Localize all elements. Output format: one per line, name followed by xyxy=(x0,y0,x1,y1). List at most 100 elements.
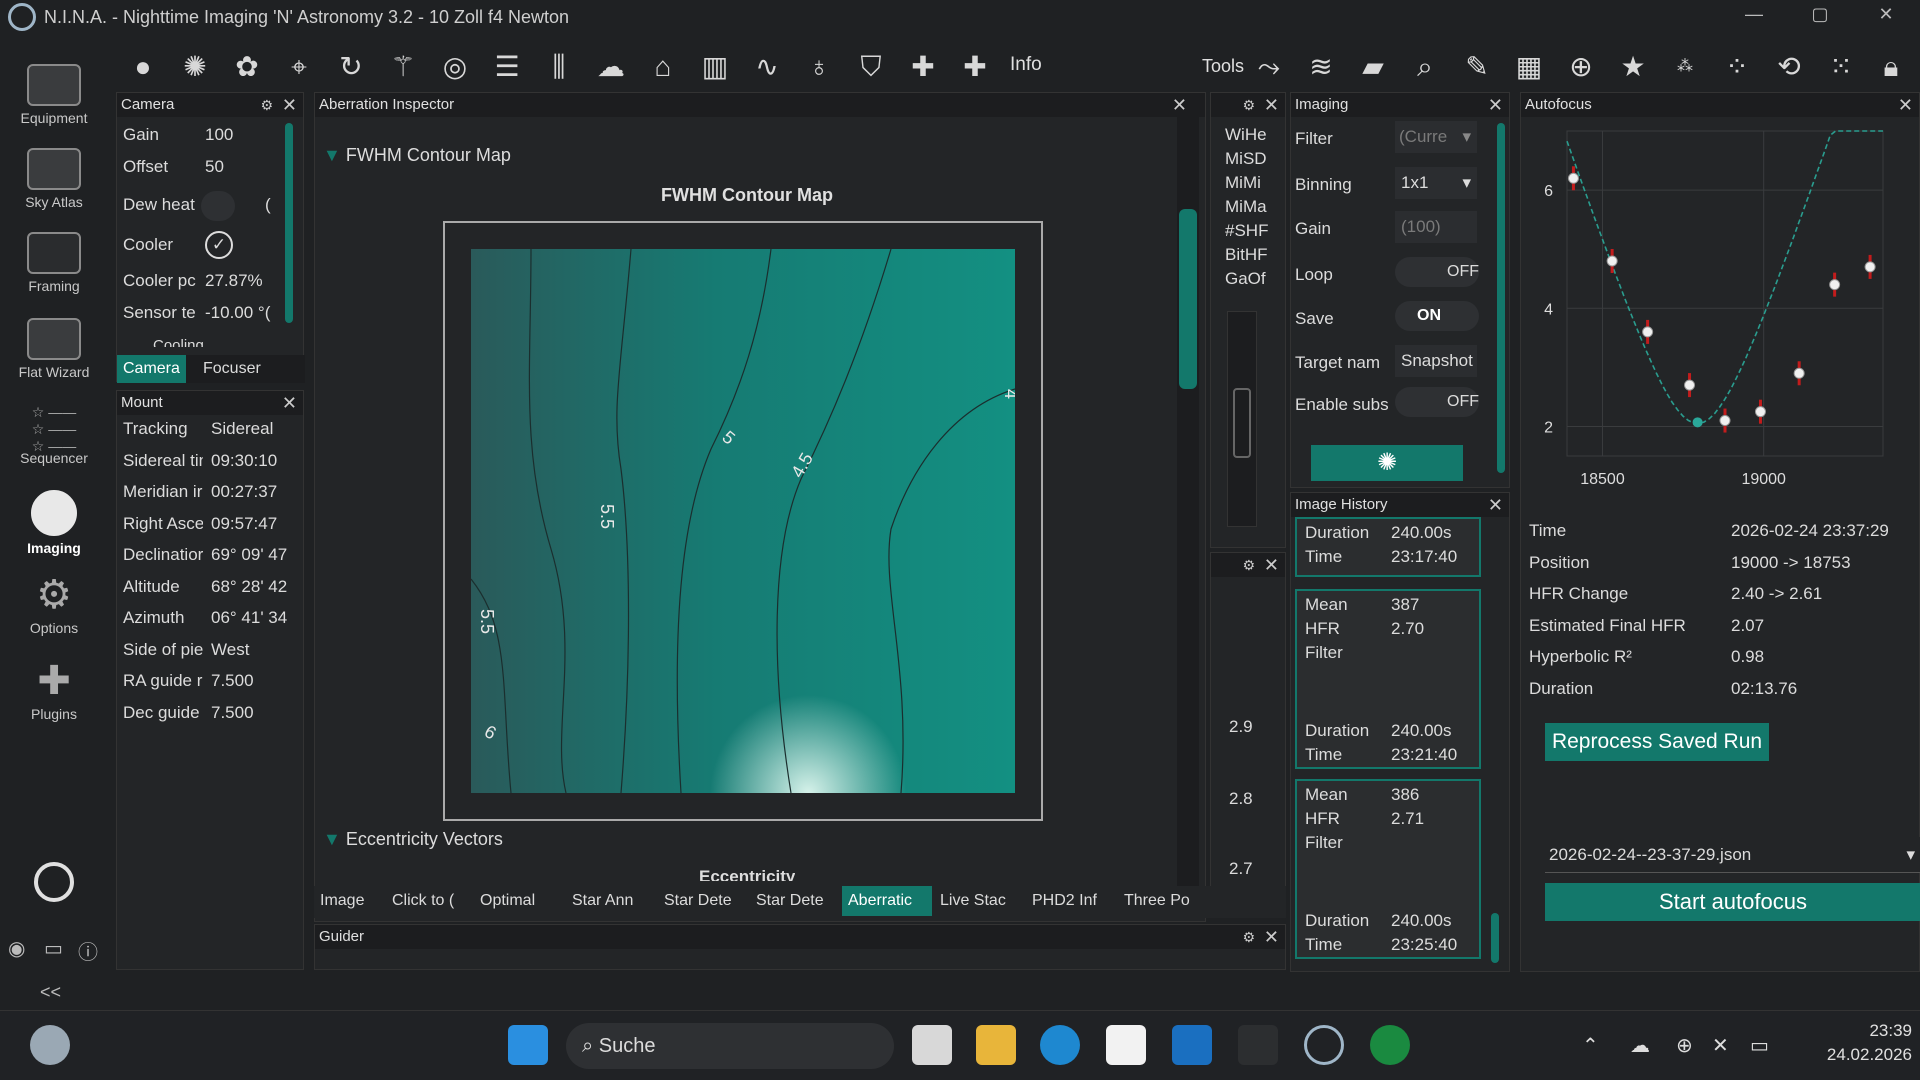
settings-gear-icon[interactable]: ⚙ xyxy=(1242,553,1255,577)
dome-icon[interactable]: ⌂ xyxy=(646,50,680,84)
tab-document[interactable]: Three Po xyxy=(1118,886,1194,916)
close-icon[interactable]: ✕ xyxy=(1488,93,1503,117)
scrollbar[interactable] xyxy=(1179,209,1197,389)
loop-toggle[interactable]: OFF xyxy=(1395,257,1479,287)
nav-imaging[interactable]: Imaging xyxy=(0,482,108,564)
clock-time[interactable]: 23:39 xyxy=(1816,1021,1912,1041)
start-autofocus-button[interactable]: Start autofocus xyxy=(1545,883,1920,921)
settings-gear-icon[interactable]: ⚙ xyxy=(1242,93,1255,117)
nav-plugins[interactable]: ✚ Plugins xyxy=(0,652,108,734)
tool-search-icon[interactable]: ⌕ xyxy=(1408,50,1442,84)
nav-equipment[interactable]: Equipment xyxy=(0,56,108,138)
tab-document[interactable]: Image xyxy=(314,886,384,916)
nav-framing[interactable]: Framing xyxy=(0,224,108,306)
tab-focuser[interactable]: Focuser xyxy=(197,355,267,383)
tab-document[interactable]: Live Stac xyxy=(934,886,1024,916)
eye-icon[interactable]: ◉ xyxy=(8,936,25,961)
tool-star-icon[interactable]: ★ xyxy=(1616,50,1650,84)
aperture-icon[interactable]: ✺ xyxy=(178,50,212,84)
switch-icon[interactable]: ⫼ xyxy=(542,50,576,84)
binning-select[interactable]: 1x1 ▾ xyxy=(1395,167,1477,199)
gain-input[interactable]: (100) xyxy=(1395,211,1477,243)
maximize-icon[interactable]: ▢ xyxy=(1800,4,1840,30)
camera-panel-icon[interactable]: ● xyxy=(126,50,160,84)
taskbar-search[interactable]: ⌕ Suche xyxy=(566,1023,894,1069)
close-icon[interactable]: ✕ xyxy=(282,93,297,117)
outlook-icon[interactable] xyxy=(1172,1025,1212,1065)
info-label[interactable]: Info xyxy=(1010,54,1042,76)
tool-meridian-icon[interactable]: ⤳ xyxy=(1252,50,1286,84)
tool-stars-icon[interactable]: ⁘ xyxy=(1720,50,1754,84)
tool-autofocus-icon[interactable]: ⁂ xyxy=(1668,50,1702,84)
weather-cloud-icon[interactable]: ☁ xyxy=(594,50,628,84)
history-item[interactable]: Mean 387 HFR 2.70 Filter Duration 240.00s T… xyxy=(1295,589,1481,769)
tab-document[interactable]: Click to ( xyxy=(386,886,472,916)
info-icon[interactable]: ⓘ xyxy=(78,936,98,965)
lock-icon[interactable]: 🔒︎ xyxy=(1874,50,1908,84)
phd2-icon[interactable] xyxy=(1370,1025,1410,1065)
telescope-app-icon[interactable] xyxy=(1238,1025,1278,1065)
mini-slider[interactable] xyxy=(1227,311,1257,527)
telescope-icon[interactable]: ⚚ xyxy=(386,50,420,84)
close-icon[interactable]: ✕ xyxy=(1264,93,1279,117)
capture-shutter-button[interactable]: ✺ xyxy=(1311,445,1463,481)
fwhm-section-header[interactable]: ▼ FWHM Contour Map xyxy=(323,145,511,166)
ms-store-icon[interactable] xyxy=(1106,1025,1146,1065)
sequence-list-icon[interactable]: ☰ xyxy=(490,50,524,84)
close-icon[interactable]: ✕ xyxy=(1264,925,1279,949)
tool-calculator-icon[interactable]: ▦ xyxy=(1512,50,1546,84)
tool-flat-icon[interactable]: ▰ xyxy=(1356,50,1390,84)
tool-crosshair-icon[interactable]: ⊕ xyxy=(1564,50,1598,84)
slider-thumb[interactable] xyxy=(1233,388,1251,458)
close-icon[interactable]: ✕ xyxy=(1172,93,1187,117)
focus-target-icon[interactable]: ⌖ xyxy=(282,50,316,84)
filter-select[interactable]: (Curre ▾ xyxy=(1395,121,1477,153)
tab-document[interactable]: Star Dete xyxy=(658,886,748,916)
nav-sky-atlas[interactable]: Sky Atlas xyxy=(0,140,108,222)
settings-gear-icon[interactable]: ⚙ xyxy=(260,93,273,117)
tool-layers-icon[interactable]: ≋ xyxy=(1304,50,1338,84)
enable-subsample-toggle[interactable]: OFF xyxy=(1395,387,1479,417)
save-toggle[interactable]: ON xyxy=(1395,301,1479,331)
minimize-icon[interactable]: — xyxy=(1734,4,1774,30)
tool-dots-icon[interactable]: ⁙ xyxy=(1824,50,1858,84)
cooler-check-icon[interactable]: ✓ xyxy=(205,231,233,259)
nav-options[interactable]: ⚙ Options xyxy=(0,566,108,648)
close-icon[interactable]: ✕ xyxy=(1866,4,1906,30)
tool-brush-icon[interactable]: ✎ xyxy=(1460,50,1494,84)
guider-target-icon[interactable]: ◎ xyxy=(438,50,472,84)
autofocus-file-select[interactable]: 2026-02-24--23-37-29.json ▾ xyxy=(1545,837,1920,873)
histogram-icon[interactable]: ▥ xyxy=(698,50,732,84)
nina-taskbar-icon[interactable] xyxy=(1304,1025,1344,1065)
plugin-puzzle-icon[interactable]: ✚ xyxy=(906,50,940,84)
collapse-button[interactable]: << xyxy=(40,982,61,1003)
scrollbar[interactable] xyxy=(285,123,293,323)
target-name-input[interactable]: Snapshot xyxy=(1395,345,1477,377)
tab-document[interactable]: Star Dete xyxy=(750,886,840,916)
history-item[interactable]: Duration 240.00s Time 23:17:40 xyxy=(1295,517,1481,577)
close-icon[interactable]: ✕ xyxy=(1488,493,1503,517)
close-icon[interactable]: ✕ xyxy=(1898,93,1913,117)
filter-wheel-icon[interactable]: ✿ xyxy=(230,50,264,84)
history-item[interactable]: Mean 386 HFR 2.71 Filter Duration 240.00s T… xyxy=(1295,779,1481,959)
tool-history-icon[interactable]: ⟲ xyxy=(1772,50,1806,84)
settings-gear-icon[interactable]: ⚙ xyxy=(1242,925,1255,949)
rotator-icon[interactable]: ↻ xyxy=(334,50,368,84)
plugin-info-icon[interactable]: ✚ xyxy=(958,50,992,84)
network-globe-icon[interactable]: ⊕ xyxy=(1676,1033,1693,1058)
task-view-icon[interactable] xyxy=(912,1025,952,1065)
start-menu-icon[interactable] xyxy=(508,1025,548,1065)
nav-sequencer[interactable]: ☆ —— ☆ —— ☆ —— Sequencer xyxy=(0,396,108,478)
battery-icon[interactable]: ▭ xyxy=(1750,1033,1769,1058)
dew-heater-toggle[interactable] xyxy=(201,191,235,221)
book-icon[interactable]: ▭ xyxy=(44,936,63,961)
safety-shield-icon[interactable]: ⛉ xyxy=(854,50,888,84)
weather-icon[interactable] xyxy=(30,1025,70,1065)
eccentricity-section-header[interactable]: ▼ Eccentricity Vectors xyxy=(323,829,503,850)
light-bulb-icon[interactable]: ♁ xyxy=(802,50,836,84)
onedrive-icon[interactable]: ☁ xyxy=(1630,1033,1650,1058)
scrollbar[interactable] xyxy=(1497,123,1505,473)
nav-flat-wizard[interactable]: Flat Wizard xyxy=(0,310,108,392)
clock-date[interactable]: 24.02.2026 xyxy=(1800,1045,1912,1065)
close-icon[interactable]: ✕ xyxy=(282,391,297,415)
